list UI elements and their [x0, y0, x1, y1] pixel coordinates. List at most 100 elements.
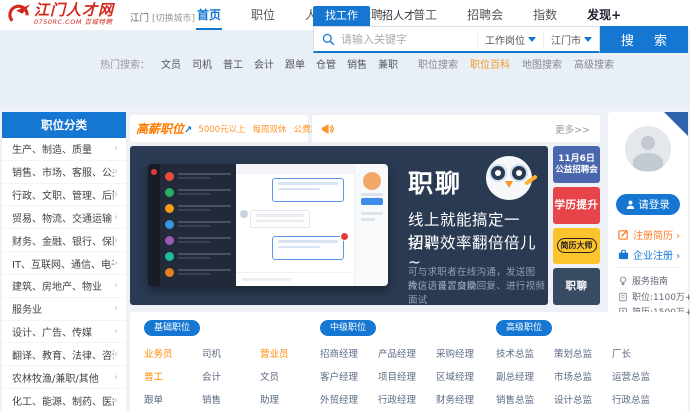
job-link[interactable]: 业务员 [144, 343, 202, 366]
job-link[interactable]: 招商经理 [320, 343, 378, 366]
category-item[interactable]: 农林牧渔/兼职/其他 › [2, 365, 126, 388]
job-link[interactable]: 助理 [260, 389, 318, 411]
category-item-label: 行政、文职、管理、后勤 [12, 191, 114, 203]
job-link[interactable]: 项目经理 [378, 366, 436, 389]
chevron-right-icon: › [114, 371, 118, 383]
more-link[interactable]: 更多>> [555, 122, 590, 136]
job-link[interactable]: 会计 [202, 366, 260, 389]
job-type-filter[interactable]: 工作岗位 [477, 31, 543, 47]
search-tab[interactable]: 找工作 [313, 6, 370, 26]
job-link[interactable]: 财务经理 [436, 389, 494, 411]
job-link[interactable]: 司机 [202, 343, 260, 366]
category-item[interactable]: IT、互联网、通信、电子 › [2, 251, 126, 274]
side-promo-cards: 11月6日 公益招聘会 学历提升 简历大师 职聊 [553, 146, 600, 305]
login-button-label: 请登录 [638, 199, 670, 211]
job-link[interactable]: 跟单 [144, 389, 202, 411]
nav-item[interactable]: 职位 [236, 0, 290, 30]
side-promo-card[interactable]: 学历提升 [553, 186, 600, 224]
job-link[interactable]: 普工 [144, 366, 202, 389]
category-item[interactable]: 生产、制造、质量 › [2, 138, 126, 160]
quick-link[interactable]: 职位搜索 [418, 56, 458, 71]
job-link[interactable]: 区域经理 [436, 366, 494, 389]
jobs-stat: 职位:1100万+ [618, 290, 690, 303]
category-item[interactable]: 建筑、房地产、物业 › [2, 273, 126, 297]
job-link[interactable]: 厂长 [612, 343, 670, 366]
job-link[interactable]: 行政经理 [378, 389, 436, 411]
category-item[interactable]: 销售、市场、客服、公关 › [2, 159, 126, 183]
job-group: 高级职位 技术总监 副总经理 销售总监 营销总监 策划总监 市场总监 设计总监 … [496, 320, 672, 411]
hot-search-link[interactable]: 会计 [254, 56, 274, 71]
site-logo[interactable]: 江门人才网 0750RC.COM 百城特聘 [6, 2, 114, 27]
side-promo-card[interactable]: 简历大师 [553, 227, 600, 265]
quick-link[interactable]: 地图搜索 [522, 56, 562, 71]
zhiliao-banner[interactable]: 职聊 线上就能搞定一切， 招聘效率翻倍倍儿~ 可与求职者在线沟通，发送图片、语音… [130, 146, 548, 305]
register-company-link[interactable]: 企业注册 › [618, 247, 680, 262]
city-name: 江门 [130, 13, 150, 24]
side-promo-card[interactable]: 职聊 [553, 268, 600, 305]
category-item[interactable]: 翻译、教育、法律、咨询 › [2, 342, 126, 365]
hot-search-link[interactable]: 兼职 [378, 56, 398, 71]
job-link[interactable]: 文员 [260, 366, 318, 389]
banner-title: 职聊 [408, 169, 463, 198]
job-link[interactable]: 销售总监 [496, 389, 554, 411]
job-link[interactable]: 销售 [202, 389, 260, 411]
side-promo-card[interactable]: 11月6日 公益招聘会 [553, 146, 600, 183]
job-link[interactable]: 采购经理 [436, 343, 494, 366]
city-filter[interactable]: 江门市 [543, 31, 599, 47]
job-group-tab[interactable]: 基础职位 [144, 320, 201, 336]
category-item[interactable]: 行政、文职、管理、后勤 › [2, 182, 126, 206]
promo-tag-link[interactable]: 5000元以上 [198, 123, 245, 135]
login-button[interactable]: 请登录 [616, 194, 680, 215]
promo-tag-link[interactable]: 每周双休 [253, 123, 287, 135]
job-group-tab[interactable]: 中级职位 [320, 320, 377, 336]
hot-search-link[interactable]: 司机 [192, 56, 212, 71]
job-group-tab[interactable]: 高级职位 [496, 320, 553, 336]
chevron-down-icon [584, 36, 592, 42]
quick-links-row: 职位搜索 职位百科 地图搜索 高级搜索 [418, 56, 614, 71]
chat-list-row [160, 184, 236, 200]
service-guide-link[interactable]: 服务指南 [618, 274, 668, 287]
jobs-doc-icon [619, 292, 627, 301]
job-link[interactable]: 客户经理 [320, 366, 378, 389]
hot-search-link[interactable]: 文员 [161, 56, 181, 71]
search-input[interactable]: 请输入关键字 工作岗位 江门市 [313, 26, 600, 53]
job-group: 中级职位 招商经理 客户经理 外贸经理 生产经理 产品经理 项目经理 行政经理 … [320, 320, 496, 411]
job-links-grid: 招商经理 客户经理 外贸经理 生产经理 产品经理 项目经理 行政经理 销售经理 … [320, 343, 496, 411]
search-tab[interactable]: 招人才 [370, 6, 427, 26]
hot-search-link[interactable]: 仓管 [316, 56, 336, 71]
category-item[interactable]: 服务业 › [2, 296, 126, 320]
hot-search-link[interactable]: 跟单 [285, 56, 305, 71]
category-item-label: 翻译、教育、法律、咨询 [12, 350, 114, 362]
candidate-avatar [363, 172, 381, 190]
job-link[interactable]: 行政总监 [612, 389, 670, 411]
user-panel: 请登录 注册简历 › 企业注册 › 服务指南 职位:1100万+ [608, 112, 690, 320]
job-link[interactable]: 营业员 [260, 343, 318, 366]
job-link[interactable]: 策划总监 [554, 343, 612, 366]
hot-search-link[interactable]: 普工 [223, 56, 243, 71]
category-item-label: IT、互联网、通信、电子 [12, 259, 114, 271]
quick-link[interactable]: 职位百科 [470, 56, 510, 71]
register-resume-link[interactable]: 注册简历 › [618, 227, 680, 242]
quick-link[interactable]: 高级搜索 [574, 56, 614, 71]
job-link[interactable]: 市场总监 [554, 366, 612, 389]
category-item[interactable]: 财务、金融、银行、保险 › [2, 228, 126, 251]
qr-code-corner-icon[interactable] [664, 112, 688, 136]
hot-search-link[interactable]: 销售 [347, 56, 367, 71]
job-link[interactable]: 设计总监 [554, 389, 612, 411]
job-link[interactable]: 技术总监 [496, 343, 554, 366]
service-guide-label: 服务指南 [632, 277, 669, 287]
chat-app-screenshot [148, 164, 388, 286]
chevron-right-icon: › [114, 280, 118, 292]
search-button[interactable]: 搜 索 [600, 26, 688, 53]
nav-item-label: 首页 [197, 8, 222, 22]
job-link[interactable]: 外贸经理 [320, 389, 378, 411]
city-filter-label: 江门市 [551, 35, 581, 47]
job-link[interactable]: 运营总监 [612, 366, 670, 389]
category-item[interactable]: 设计、广告、传媒 › [2, 319, 126, 343]
category-item[interactable]: 贸易、物流、交通运输 › [2, 205, 126, 228]
job-link[interactable]: 副总经理 [496, 366, 554, 389]
job-link[interactable]: 产品经理 [378, 343, 436, 366]
nav-item[interactable]: 首页 [182, 0, 236, 30]
category-item[interactable]: 化工、能源、制药、医疗 › [2, 388, 126, 411]
lightbulb-icon [619, 276, 627, 285]
